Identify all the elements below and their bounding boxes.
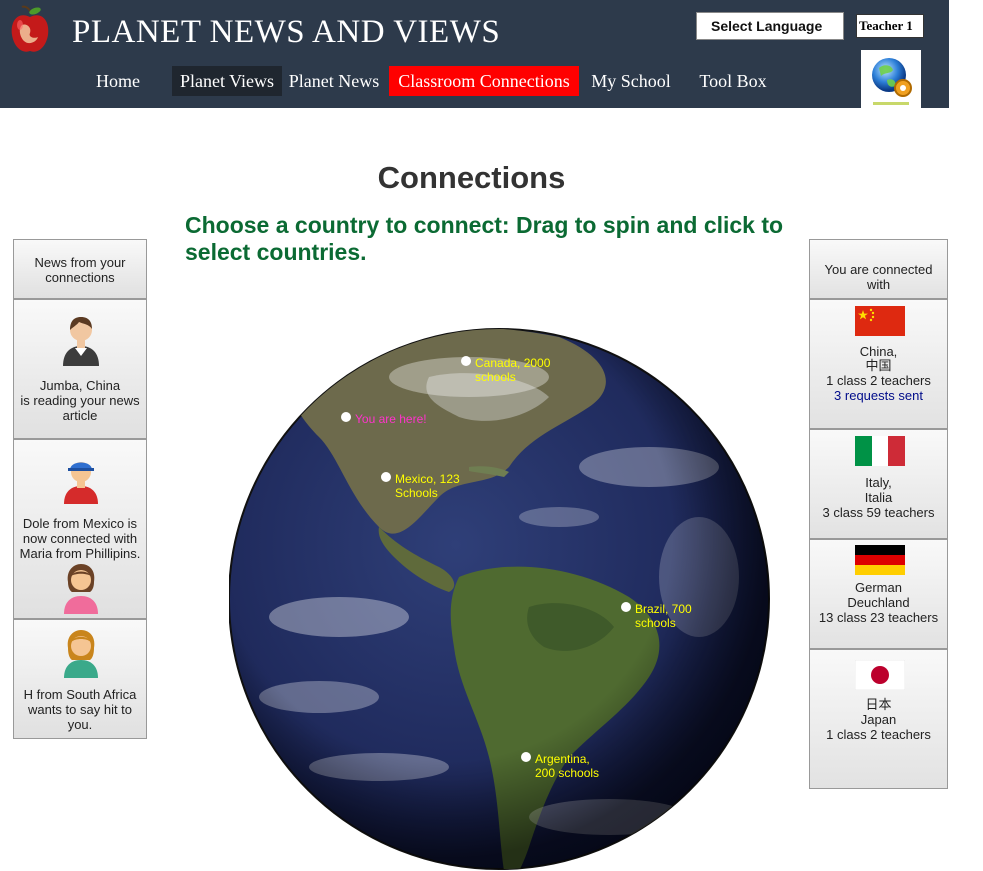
girl-avatar-icon	[62, 562, 100, 617]
nav-tool-box[interactable]: Tool Box	[693, 66, 773, 96]
connection-japan[interactable]: 日本 Japan 1 class 2 teachers	[809, 649, 948, 789]
connection-germany[interactable]: German Deuchland 13 class 23 teachers	[809, 539, 948, 649]
connection-italy[interactable]: Italy, Italia 3 class 59 teachers	[809, 429, 948, 539]
user-badge[interactable]: Teacher 1	[856, 14, 924, 38]
boy-cap-avatar-icon	[62, 456, 100, 507]
page-title: Connections	[377, 160, 566, 195]
nav-classroom-connections[interactable]: Classroom Connections	[389, 66, 579, 96]
news-header: News from your connections	[13, 239, 147, 299]
marker-dot[interactable]	[341, 412, 351, 422]
marker-dot[interactable]	[381, 472, 391, 482]
marker-dot[interactable]	[461, 356, 471, 366]
girl-avatar-icon	[62, 628, 100, 681]
site-title: PLANET NEWS AND VIEWS	[72, 14, 501, 50]
nav-planet-news[interactable]: Planet News	[285, 66, 383, 96]
instructions-text: Choose a country to connect: Drag to spi…	[185, 212, 784, 265]
boy-avatar-icon	[61, 314, 101, 369]
germany-flag-icon	[855, 545, 905, 575]
news-item[interactable]: Jumba, China is reading your news articl…	[13, 299, 147, 439]
nav-home[interactable]: Home	[90, 66, 146, 96]
apple-globe-icon[interactable]	[8, 5, 52, 55]
connections-panel: You are connected with China, 中国 1 class…	[809, 239, 948, 789]
interactive-globe[interactable]: Canada, 2000 schools You are here! Mexic…	[229, 317, 770, 871]
nav-my-school[interactable]: My School	[586, 66, 676, 96]
nav-planet-views[interactable]: Planet Views	[172, 66, 282, 96]
language-select[interactable]: Select Language	[696, 12, 844, 40]
china-flag-icon	[855, 306, 905, 336]
marker-dot[interactable]	[621, 602, 631, 612]
marker-dot[interactable]	[521, 752, 531, 762]
news-item[interactable]: Dole from Mexico is now connected with M…	[13, 439, 147, 619]
news-item[interactable]: H from South Africa wants to say hit to …	[13, 619, 147, 739]
top-header: PLANET NEWS AND VIEWS Select Language Te…	[0, 0, 949, 108]
requests-sent-link[interactable]: 3 requests sent	[812, 388, 945, 403]
japan-flag-icon	[854, 659, 906, 691]
news-panel: News from your connections Jumba, China …	[13, 239, 147, 739]
globe-gear-icon[interactable]	[861, 50, 921, 108]
italy-flag-icon	[855, 436, 905, 466]
connections-header: You are connected with	[809, 239, 948, 299]
connection-china[interactable]: China, 中国 1 class 2 teachers 3 requests …	[809, 299, 948, 429]
earth-globe[interactable]	[229, 317, 770, 871]
